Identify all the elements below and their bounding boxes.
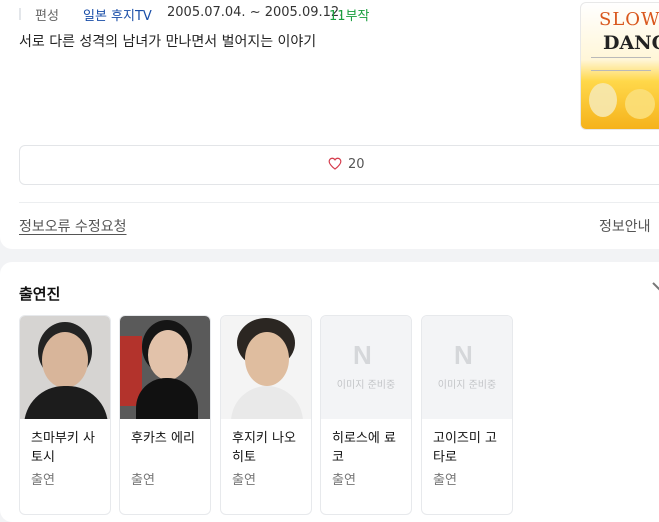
broadcast-label: 편성 [35, 9, 59, 24]
cast-role: 출연 [433, 473, 457, 488]
poster-title-top: SLOW [599, 9, 659, 30]
broadcast-dates: 2005.07.04. ~ 2005.09.12. [167, 5, 344, 20]
meta-divider [19, 8, 21, 20]
like-button[interactable]: 20 [19, 145, 659, 185]
poster-figure [589, 83, 617, 117]
cast-name: 후지키 나오히토 [232, 431, 296, 465]
poster-figure [625, 89, 655, 119]
cast-name: 츠마부키 사토시 [31, 431, 95, 465]
report-error-link[interactable]: 정보오류 수정요청 [19, 216, 127, 236]
cast-card[interactable]: N 이미지 준비중 고이즈미 고타로 출연 [421, 315, 513, 515]
cast-role: 출연 [232, 473, 256, 488]
cast-name: 히로스에 료코 [332, 431, 396, 465]
cast-photo-placeholder: N 이미지 준비중 [321, 316, 411, 419]
cast-card[interactable]: 츠마부키 사토시 출연 [19, 315, 111, 515]
poster-decoration [591, 57, 651, 71]
placeholder-text: 이미지 준비중 [336, 380, 396, 391]
info-guide-link[interactable]: 정보안내 [599, 216, 651, 236]
divider [19, 202, 659, 203]
like-count: 20 [348, 157, 365, 172]
placeholder-text: 이미지 준비중 [437, 380, 497, 391]
heart-icon [328, 157, 342, 170]
network-link[interactable]: 일본 후지TV [83, 5, 152, 24]
cast-role: 출연 [332, 473, 356, 488]
poster-image[interactable]: SLOW DANCE [580, 2, 659, 130]
cast-section-title: 출연진 [19, 285, 61, 303]
cast-role: 출연 [31, 473, 55, 488]
program-description: 서로 다른 성격의 남녀가 만나면서 벌어지는 이야기 [19, 34, 317, 50]
cast-card[interactable]: 후지키 나오히토 출연 [220, 315, 312, 515]
naver-logo-icon: N [454, 340, 473, 370]
cast-photo-placeholder: N 이미지 준비중 [422, 316, 512, 419]
cast-card[interactable]: N 이미지 준비중 히로스에 료코 출연 [320, 315, 412, 515]
cast-name: 고이즈미 고타로 [433, 431, 497, 465]
cast-photo [20, 316, 110, 419]
cast-card[interactable]: 후카츠 에리 출연 [119, 315, 211, 515]
cast-name: 후카츠 에리 [131, 431, 195, 446]
cast-photo [221, 316, 311, 419]
cast-role: 출연 [131, 473, 155, 488]
poster-title-bottom: DANCE [603, 32, 659, 54]
naver-logo-icon: N [353, 340, 372, 370]
episode-count: 11부작 [329, 9, 370, 24]
cast-photo [120, 316, 210, 419]
like-content: 20 [328, 157, 365, 172]
